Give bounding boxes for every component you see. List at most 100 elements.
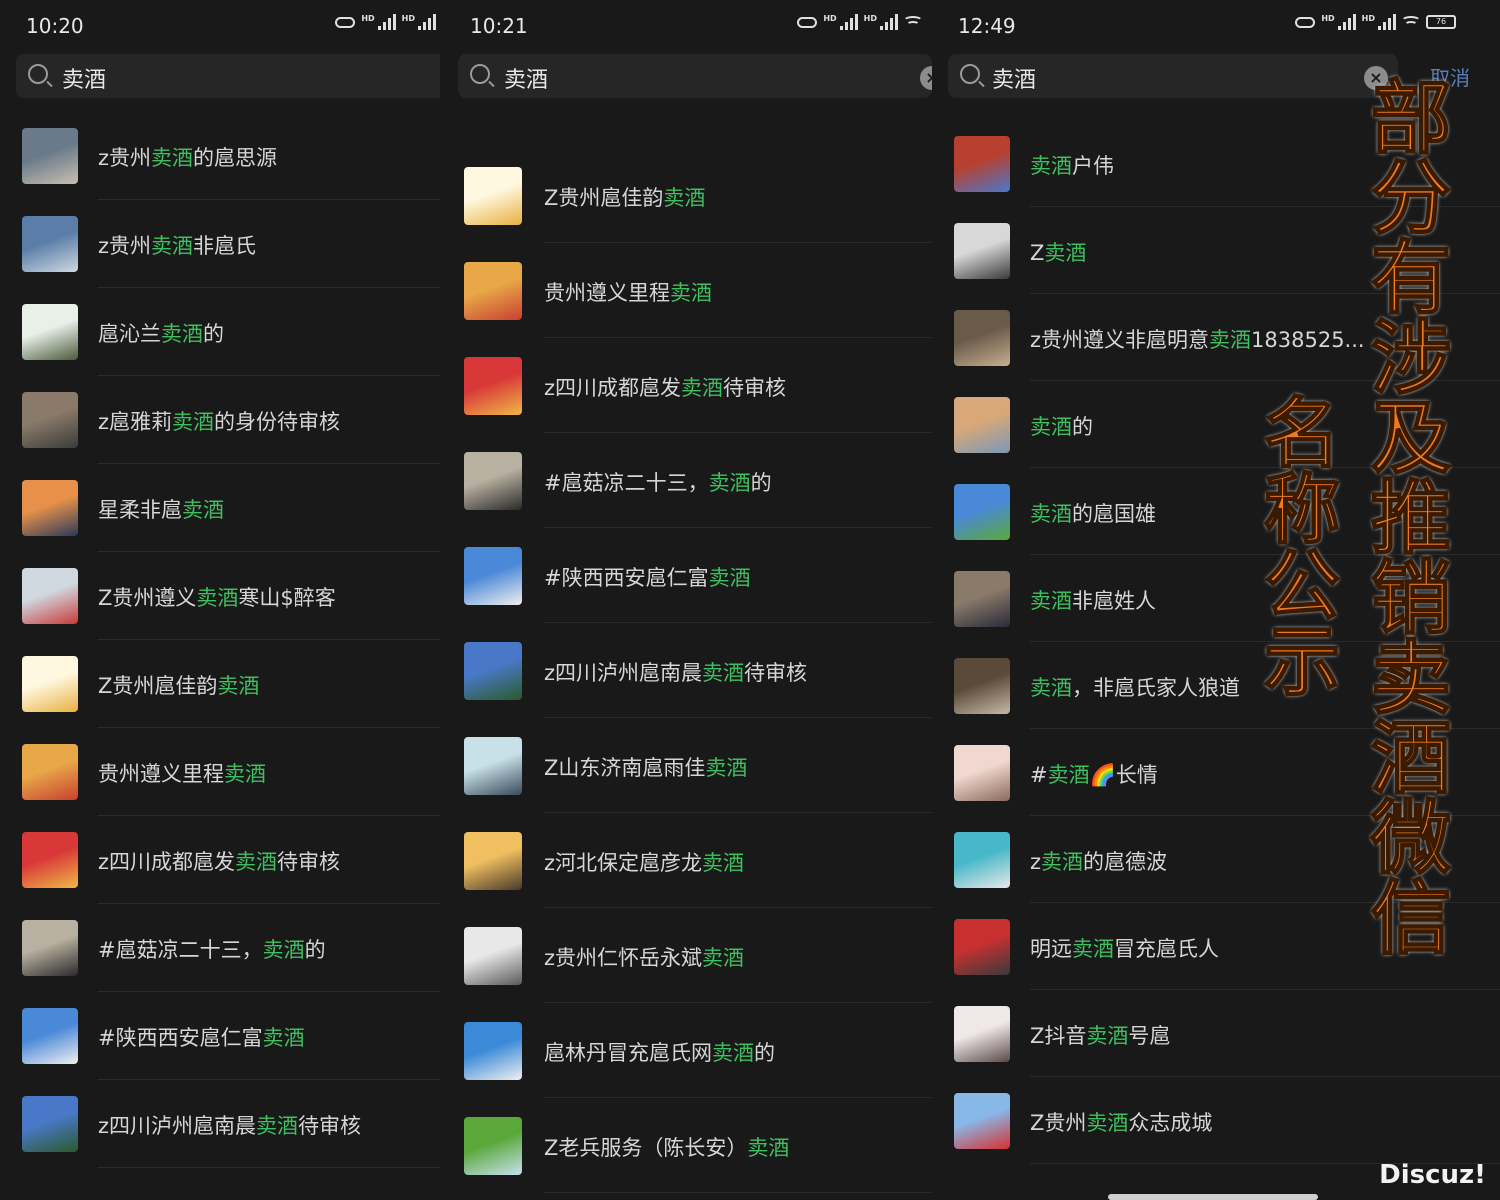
highlighted-match: 卖酒 (708, 470, 751, 495)
highlighted-match: 卖酒 (161, 322, 203, 346)
search-value: 卖酒 (504, 68, 549, 93)
avatar (464, 451, 522, 510)
list-item[interactable]: #扈菇凉二十三，卖酒的 (0, 904, 440, 992)
screenshot-panel-2: 10:21 HD HD 卖酒 × Z贵州扈佳韵卖酒 贵州遵义里程卖酒 z四川成都扈发… (440, 0, 932, 1200)
clear-icon[interactable]: × (920, 66, 932, 90)
contact-name: z卖酒的扈德波 (1030, 849, 1168, 874)
status-bar: 12:49 HD HD 76 (932, 0, 1500, 48)
list-item[interactable]: Z贵州扈佳韵卖酒 (0, 640, 440, 728)
list-item[interactable]: z河北保定扈彦龙卖酒 (440, 813, 932, 908)
search-input[interactable]: 卖酒 (16, 54, 440, 98)
search-icon (470, 64, 490, 84)
list-item[interactable]: z贵州仁怀岳永斌卖酒 (440, 908, 932, 1003)
contact-name: 卖酒的扈国雄 (1030, 501, 1156, 526)
list-item[interactable]: z四川成都扈发卖酒待审核 (0, 816, 440, 904)
home-indicator (1108, 1194, 1318, 1200)
status-time: 10:21 (470, 14, 528, 38)
avatar (22, 128, 78, 184)
link-icon (1295, 16, 1316, 28)
contact-name: Z老兵服务（陈长安）卖酒 (544, 1135, 790, 1160)
contact-name: Z抖音卖酒号扈 (1030, 1023, 1171, 1048)
contact-name: #扈菇凉二十三，卖酒的 (98, 938, 326, 962)
signal-icon: HD (1321, 14, 1356, 30)
avatar (22, 656, 78, 712)
contact-name: z四川成都扈发卖酒待审核 (544, 375, 787, 400)
overlay-subheadline: 名称公示 (1263, 389, 1341, 706)
list-item[interactable]: z四川泸州扈南晨卖酒待审核 (0, 1080, 440, 1168)
list-item[interactable]: z四川泸州扈南晨卖酒待审核 (440, 623, 932, 718)
contact-name: z四川泸州扈南晨卖酒待审核 (98, 1114, 362, 1138)
highlighted-match: 卖酒 (663, 185, 706, 210)
avatar (22, 1008, 78, 1064)
status-time: 10:20 (26, 14, 84, 38)
list-item[interactable]: #扈菇凉二十三，卖酒的 (440, 433, 932, 528)
list-item[interactable]: z贵州卖酒的扈思源 (0, 112, 440, 200)
highlighted-match: 卖酒 (1030, 588, 1072, 613)
battery-icon: 76 (1426, 15, 1456, 29)
search-icon (28, 64, 48, 84)
highlighted-match: 卖酒 (1086, 1110, 1129, 1135)
wifi-icon (1401, 15, 1421, 29)
highlighted-match: 卖酒 (151, 234, 194, 258)
screenshot-panel-1: 10:20 HD HD 卖酒 z贵州卖酒的扈思源 z贵州卖酒非扈氏扈沁兰卖酒的 z扈… (0, 0, 440, 1200)
list-item[interactable]: Z抖音卖酒号扈 (932, 990, 1500, 1077)
link-icon (335, 16, 356, 28)
avatar (464, 166, 522, 225)
highlighted-match: 卖酒 (705, 755, 748, 780)
highlighted-match: 卖酒 (217, 674, 260, 698)
list-item[interactable]: z扈雅莉卖酒的身份待审核 (0, 376, 440, 464)
avatar (954, 135, 1010, 192)
list-item[interactable]: 扈沁兰卖酒的 (0, 288, 440, 376)
list-item[interactable]: Z贵州扈佳韵卖酒 (440, 148, 932, 243)
signal-icon: HD (1362, 14, 1396, 30)
contact-name: 扈沁兰卖酒的 (98, 322, 224, 346)
contact-name: #陕西西安扈仁富卖酒 (98, 1026, 305, 1050)
contact-name: z贵州遵义非扈明意卖酒1838525... (1030, 327, 1365, 352)
list-item[interactable]: 贵州遵义里程卖酒 (440, 243, 932, 338)
avatar (464, 1021, 522, 1080)
list-item[interactable]: Z老兵服务（陈长安）卖酒 (440, 1098, 932, 1193)
search-input[interactable]: 卖酒 × (458, 54, 932, 98)
avatar (954, 744, 1010, 801)
signal-icon: HD (402, 14, 436, 30)
list-item[interactable]: Z贵州卖酒众志成城 (932, 1077, 1500, 1164)
avatar (954, 309, 1010, 366)
list-item[interactable]: Z山东济南扈雨佳卖酒 (440, 718, 932, 813)
avatar (954, 831, 1010, 888)
status-bar: 10:20 HD HD (0, 0, 440, 48)
avatar (464, 926, 522, 985)
contact-name: Z贵州卖酒众志成城 (1030, 1110, 1213, 1135)
list-item[interactable]: Z贵州遵义卖酒寒山$醉客 (0, 552, 440, 640)
list-item[interactable]: 扈林丹冒充扈氏网卖酒的 (440, 1003, 932, 1098)
search-input[interactable]: 卖酒 × (948, 54, 1398, 98)
contact-name: 贵州遵义里程卖酒 (98, 762, 266, 786)
highlighted-match: 卖酒 (712, 1040, 754, 1065)
search-value: 卖酒 (992, 68, 1037, 93)
search-value: 卖酒 (62, 68, 107, 93)
highlighted-match: 卖酒 (708, 565, 751, 590)
contact-name: Z卖酒 (1030, 240, 1087, 265)
avatar (22, 480, 78, 536)
contact-name: #陕西西安扈仁富卖酒 (544, 565, 751, 590)
highlighted-match: 卖酒 (702, 850, 745, 875)
contact-name: 卖酒非扈姓人 (1030, 588, 1156, 613)
search-icon (960, 64, 980, 84)
list-item[interactable]: z贵州卖酒非扈氏 (0, 200, 440, 288)
divider (544, 1192, 932, 1193)
contact-name: 明远卖酒冒充扈氏人 (1030, 936, 1219, 961)
contact-name: z四川泸州扈南晨卖酒待审核 (544, 660, 808, 685)
highlighted-match: 卖酒 (1041, 849, 1084, 874)
list-item[interactable]: #陕西西安扈仁富卖酒 (440, 528, 932, 623)
contact-name: Z贵州扈佳韵卖酒 (544, 185, 706, 210)
highlighted-match: 卖酒 (1047, 762, 1090, 787)
avatar (954, 1005, 1010, 1062)
avatar (464, 356, 522, 415)
contact-name: z贵州仁怀岳永斌卖酒 (544, 945, 745, 970)
contact-name: #扈菇凉二十三，卖酒的 (544, 470, 772, 495)
list-item[interactable]: z四川成都扈发卖酒待审核 (440, 338, 932, 433)
list-item[interactable]: #陕西西安扈仁富卖酒 (0, 992, 440, 1080)
divider (98, 1167, 440, 1168)
list-item[interactable]: 贵州遵义里程卖酒 (0, 728, 440, 816)
list-item[interactable]: 星柔非扈卖酒 (0, 464, 440, 552)
contact-name: 卖酒，非扈氏家人狼道 (1030, 675, 1240, 700)
